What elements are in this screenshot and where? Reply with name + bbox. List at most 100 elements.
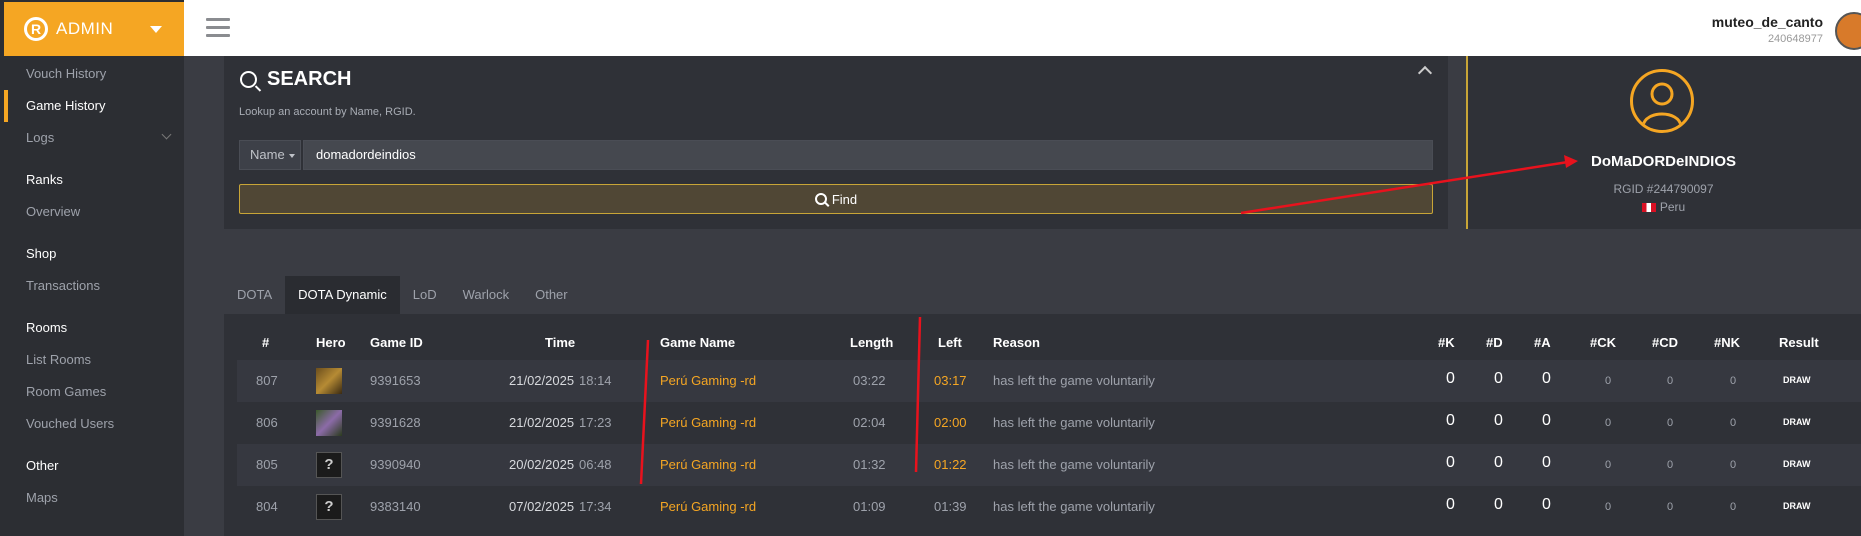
tab-dota[interactable]: DOTA — [224, 276, 285, 314]
creep-denies: 0 — [1667, 375, 1674, 387]
sidebar-item-label: Vouched Users — [26, 416, 115, 431]
column-header-ck: #CK — [1590, 335, 1617, 350]
assists: 0 — [1542, 496, 1551, 513]
game-date: 20/02/2025 — [509, 457, 575, 472]
creep-kills: 0 — [1605, 459, 1612, 471]
sidebar-item-vouched-users[interactable]: Vouched Users — [4, 408, 184, 440]
sidebar-item-label: Maps — [26, 490, 58, 505]
game-name-link[interactable]: Perú Gaming -rd — [660, 373, 756, 388]
user-id: 240648977 — [1767, 33, 1823, 45]
menu-toggle-icon[interactable] — [206, 18, 230, 38]
tab-lod[interactable]: LoD — [400, 276, 450, 314]
search-icon — [814, 193, 827, 205]
leave-reason: has left the game voluntarily — [993, 373, 1155, 388]
sidebar-item-maps[interactable]: Maps — [4, 482, 184, 514]
user-name[interactable]: muteo_de_canto — [1712, 14, 1823, 30]
column-header-hero: Hero — [316, 335, 346, 350]
result-badge: DRAW — [1783, 459, 1811, 469]
kills: 0 — [1446, 496, 1455, 513]
profile-country-name: Peru — [1659, 200, 1686, 214]
game-name-link[interactable]: Perú Gaming -rd — [660, 415, 756, 430]
search-icon — [240, 71, 257, 88]
neutral-kills: 0 — [1730, 501, 1737, 513]
column-header-k: #K — [1438, 335, 1455, 350]
game-name-link[interactable]: Perú Gaming -rd — [660, 457, 756, 472]
find-button[interactable]: Find — [239, 184, 1433, 214]
unknown-hero-icon[interactable]: ? — [316, 452, 342, 478]
kills: 0 — [1446, 454, 1455, 471]
creep-denies: 0 — [1667, 501, 1674, 513]
game-id: 9383140 — [370, 499, 421, 514]
sidebar-item-label: Transactions — [26, 278, 100, 293]
search-input[interactable]: domadordeindios — [303, 140, 1433, 170]
game-time: 17:34 — [579, 499, 612, 514]
game-date: 21/02/2025 — [509, 373, 575, 388]
sidebar-item-label: Vouch History — [26, 66, 107, 81]
row-number: 806 — [256, 415, 278, 430]
user-avatar-icon — [1630, 69, 1694, 133]
profile-country: Peru — [1466, 200, 1861, 214]
column-header-left: Left — [938, 335, 962, 350]
left-time: 03:17 — [934, 373, 967, 388]
assists: 0 — [1542, 454, 1551, 471]
sidebar-section-rooms: Rooms — [4, 312, 184, 344]
chevron-down-icon[interactable] — [150, 26, 162, 33]
game-id: 9391653 — [370, 373, 421, 388]
hero-portrait-icon[interactable] — [316, 368, 342, 394]
row-number: 807 — [256, 373, 278, 388]
column-header-result: Result — [1779, 335, 1819, 350]
sidebar-item-room-games[interactable]: Room Games — [4, 376, 184, 408]
column-header-game-id: Game ID — [370, 335, 423, 350]
sidebar-item-vouch-history[interactable]: Vouch History — [4, 58, 184, 90]
leave-reason: has left the game voluntarily — [993, 499, 1155, 514]
sidebar-item-transactions[interactable]: Transactions — [4, 270, 184, 302]
chevron-down-icon[interactable] — [161, 129, 172, 140]
creep-denies: 0 — [1667, 459, 1674, 471]
search-subtitle: Lookup an account by Name, RGID. — [239, 106, 416, 118]
tab-warlock[interactable]: Warlock — [450, 276, 522, 314]
column-header-length: Length — [850, 335, 894, 350]
column-header-time: Time — [545, 335, 576, 350]
game-id: 9390940 — [370, 457, 421, 472]
game-mode-tabs: DOTA DOTA Dynamic LoD Warlock Other — [224, 276, 581, 314]
sidebar-item-game-history[interactable]: Game History — [4, 90, 184, 122]
column-header-num: # — [262, 335, 270, 350]
game-time: 06:48 — [579, 457, 612, 472]
sidebar-item-label: Room Games — [26, 384, 107, 399]
column-header-d: #D — [1486, 335, 1503, 350]
game-length: 02:04 — [853, 415, 886, 430]
column-header-game-name: Game Name — [660, 335, 736, 350]
hero-portrait-icon[interactable] — [316, 410, 342, 436]
caret-down-icon — [288, 153, 295, 158]
brand-header[interactable]: R ADMIN — [4, 2, 184, 56]
result-badge: DRAW — [1783, 501, 1811, 511]
sidebar-item-list-rooms[interactable]: List Rooms — [4, 344, 184, 376]
result-badge: DRAW — [1783, 375, 1811, 385]
sidebar-item-label: Ranks — [26, 172, 63, 187]
tab-other[interactable]: Other — [522, 276, 581, 314]
sidebar-item-logs[interactable]: Logs — [4, 122, 184, 154]
sidebar-item-label: Overview — [26, 204, 81, 219]
kills: 0 — [1446, 370, 1455, 387]
game-date: 07/02/2025 — [509, 499, 575, 514]
sidebar-section-other: Other — [4, 450, 184, 482]
unknown-hero-icon[interactable]: ? — [316, 494, 342, 520]
game-length: 01:32 — [853, 457, 886, 472]
sidebar-item-label: Shop — [26, 246, 57, 261]
neutral-kills: 0 — [1730, 417, 1737, 429]
leave-reason: has left the game voluntarily — [993, 457, 1155, 472]
leave-reason: has left the game voluntarily — [993, 415, 1155, 430]
sidebar-item-label: Logs — [26, 130, 55, 145]
sidebar-item-label: Rooms — [26, 320, 68, 335]
column-header-a: #A — [1534, 335, 1551, 350]
game-name-link[interactable]: Perú Gaming -rd — [660, 499, 756, 514]
sidebar-item-overview[interactable]: Overview — [4, 196, 184, 228]
sidebar-section-ranks: Ranks — [4, 164, 184, 196]
sidebar-section-shop: Shop — [4, 238, 184, 270]
left-time: 02:00 — [934, 415, 967, 430]
tab-dota-dynamic[interactable]: DOTA Dynamic — [285, 276, 400, 314]
kills: 0 — [1446, 412, 1455, 429]
game-time: 18:14 — [579, 373, 612, 388]
search-field-select[interactable]: Name — [239, 140, 301, 170]
brand-logo-icon: R — [24, 17, 48, 41]
